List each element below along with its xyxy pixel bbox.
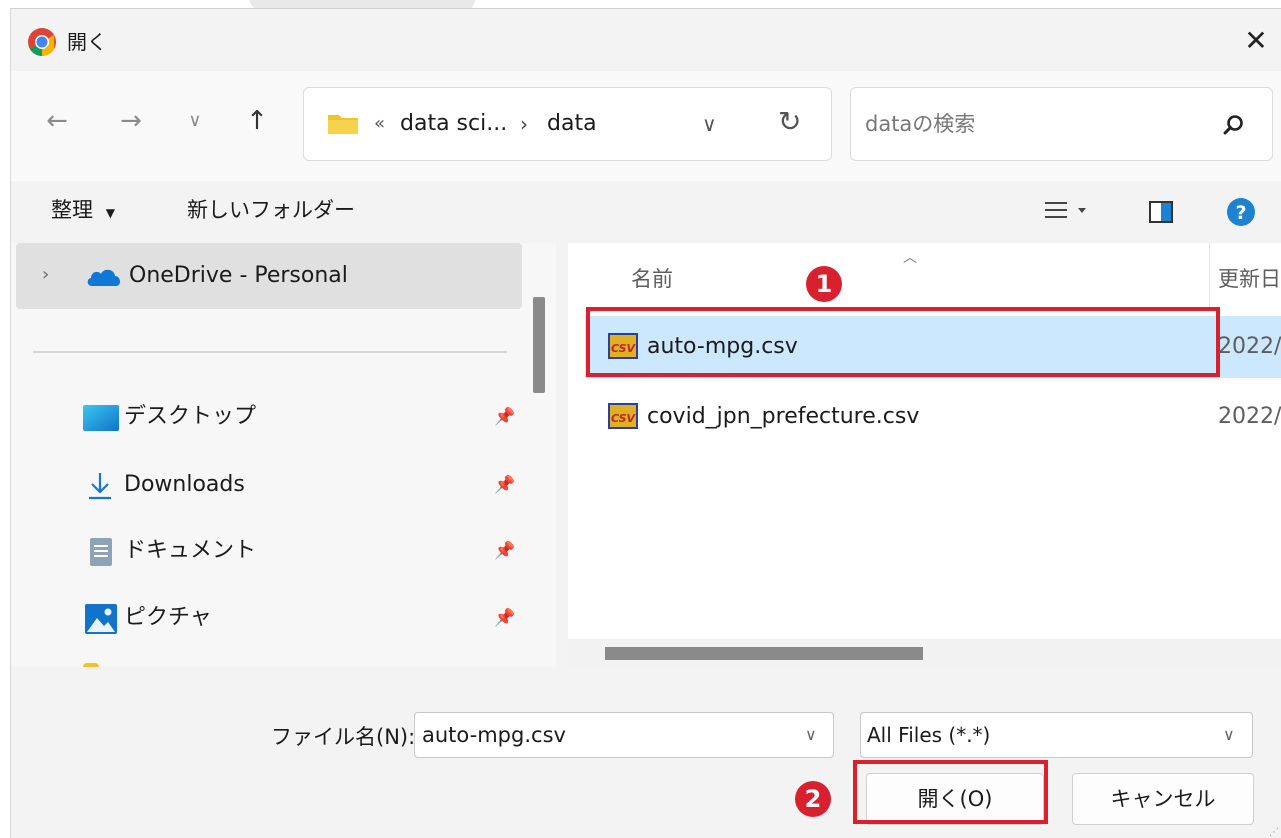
filename-value: auto-mpg.csv [422, 723, 566, 747]
pictures-icon [85, 604, 117, 634]
column-divider [1209, 243, 1210, 309]
breadcrumb-separator-icon: › [520, 112, 528, 136]
highlight-box [586, 307, 1220, 377]
step-badge: 1 [806, 266, 842, 302]
title-bar: 開く ✕ [11, 9, 1281, 71]
sort-ascending-icon: ︿ [903, 250, 917, 266]
arrow-up-icon: ↑ [246, 106, 268, 136]
sidebar-item-label: ドキュメント [124, 538, 257, 563]
sidebar-item-label: OneDrive - Personal [129, 263, 348, 288]
document-icon [90, 538, 112, 566]
close-button[interactable]: ✕ [1236, 21, 1276, 61]
list-view-icon [1045, 202, 1086, 218]
sidebar-item-downloads[interactable]: Downloads 📌 [11, 465, 531, 505]
pin-icon[interactable]: 📌 [493, 606, 517, 630]
download-icon [89, 473, 111, 500]
highlight-box [853, 760, 1048, 824]
chevron-down-icon[interactable]: ∨ [805, 721, 817, 749]
file-date: 2022/ [1218, 334, 1281, 359]
open-file-dialog: 開く ✕ ← → ∨ ↑ « data sci... › data ∨ ↻ da… [10, 8, 1281, 838]
divider [33, 351, 507, 353]
file-name: covid_jpn_prefecture.csv [647, 404, 920, 429]
caret-down-icon: ▼ [105, 206, 115, 220]
sidebar-item-label: デスクトップ [124, 404, 257, 429]
svg-text:?: ? [1235, 202, 1246, 224]
preview-pane-icon [1149, 201, 1173, 223]
help-button[interactable]: ? [1226, 197, 1256, 231]
sidebar-item-desktop[interactable]: デスクトップ 📌 [11, 397, 531, 437]
navigation-pane: › OneDrive - Personal デスクトップ 📌 Downloads [11, 243, 556, 667]
address-dropdown-icon[interactable]: ∨ [702, 107, 717, 141]
pin-icon[interactable]: 📌 [493, 539, 517, 563]
cancel-button[interactable]: キャンセル [1072, 773, 1254, 825]
pin-icon[interactable]: 📌 [493, 473, 517, 497]
dialog-footer: ファイル名(N): auto-mpg.csv ∨ All Files (*.*)… [11, 667, 1281, 838]
sidebar-item-onedrive[interactable]: › OneDrive - Personal [16, 243, 522, 309]
sidebar-scrollbar-thumb[interactable] [533, 297, 545, 393]
scrollbar-thumb[interactable] [605, 647, 923, 660]
refresh-icon[interactable]: ↻ [778, 102, 801, 142]
filename-input[interactable]: auto-mpg.csv ∨ [414, 712, 834, 758]
desktop-icon [83, 405, 119, 431]
view-options-button[interactable] [1045, 199, 1089, 227]
organize-button[interactable]: 整理 ▼ [51, 195, 115, 228]
up-button[interactable]: ↑ [239, 103, 275, 139]
sidebar-item-label: Downloads [124, 472, 245, 497]
organize-label: 整理 [51, 198, 93, 222]
column-header-name[interactable]: 名前 [631, 261, 673, 297]
help-icon: ? [1227, 198, 1255, 226]
column-header-modified[interactable]: 更新日 [1218, 261, 1281, 297]
search-icon[interactable] [1223, 114, 1245, 136]
sidebar-item-documents[interactable]: ドキュメント 📌 [11, 531, 531, 571]
forward-button[interactable]: → [113, 103, 149, 139]
preview-pane-button[interactable] [1149, 201, 1173, 227]
command-bar: 整理 ▼ 新しいフォルダー ? [11, 181, 1281, 243]
horizontal-scrollbar[interactable] [568, 639, 1281, 667]
recent-locations-button[interactable]: ∨ [177, 103, 213, 139]
close-icon: ✕ [1244, 24, 1268, 57]
new-folder-button[interactable]: 新しいフォルダー [187, 195, 355, 225]
resize-grip-icon[interactable]: ⋰ [1269, 827, 1279, 838]
back-button[interactable]: ← [39, 103, 75, 139]
folder-icon [328, 115, 358, 134]
file-row[interactable]: CSV covid_jpn_prefecture.csv 2022/ [585, 386, 1281, 448]
chevron-down-icon[interactable]: ∨ [1223, 721, 1235, 749]
arrow-right-icon: → [120, 106, 142, 136]
chevron-down-icon: ∨ [188, 110, 202, 131]
search-placeholder: dataの検索 [865, 112, 976, 136]
arrow-left-icon: ← [46, 106, 68, 136]
file-type-value: All Files (*.*) [867, 723, 991, 747]
address-bar[interactable]: « data sci... › data ∨ ↻ [303, 87, 832, 161]
path-overflow[interactable]: « [374, 107, 385, 141]
file-type-select[interactable]: All Files (*.*) ∨ [860, 712, 1253, 758]
pin-icon[interactable]: 📌 [493, 405, 517, 429]
svg-text:CSV: CSV [611, 412, 637, 425]
onedrive-icon [87, 269, 121, 286]
breadcrumb-item[interactable]: data sci... [400, 107, 507, 141]
sidebar-item-pictures[interactable]: ピクチャ 📌 [11, 598, 531, 638]
sidebar-item-label: ピクチャ [124, 605, 212, 630]
chrome-icon [28, 28, 56, 56]
navigation-bar: ← → ∨ ↑ « data sci... › data ∨ ↻ dataの検索 [11, 71, 1281, 181]
browser-edge [0, 0, 1281, 10]
search-box[interactable]: dataの検索 [850, 87, 1273, 161]
step-badge: 2 [795, 781, 831, 817]
filename-label: ファイル名(N): [271, 725, 416, 749]
window-title: 開く [67, 30, 107, 54]
file-date: 2022/ [1218, 404, 1281, 429]
chevron-right-icon[interactable]: › [42, 260, 49, 290]
breadcrumb-item[interactable]: data [547, 107, 597, 141]
csv-file-icon: CSV [608, 403, 638, 429]
